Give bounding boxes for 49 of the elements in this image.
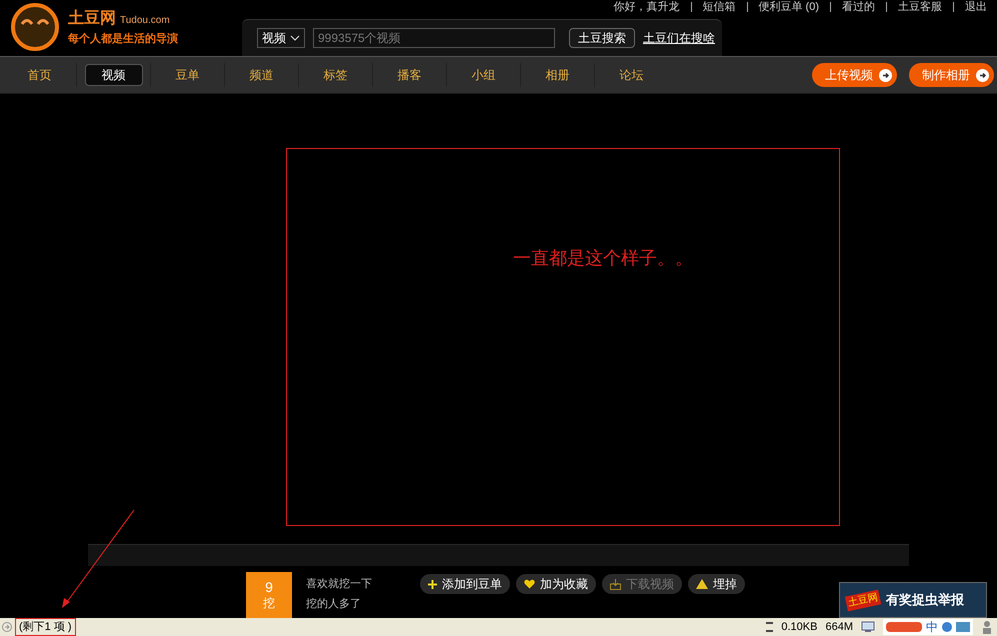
search-field[interactable]: 9993575个视频 (313, 28, 555, 48)
video-action-button[interactable]: 埋掉 (688, 574, 745, 594)
user-link[interactable]: 退出 (965, 0, 987, 12)
nav-tab[interactable]: 小组 (456, 64, 512, 86)
badge-brand: 土豆网 (844, 589, 882, 611)
chevron-down-icon (290, 35, 300, 41)
ime-toolbar[interactable]: 中 (883, 619, 973, 635)
arrow-right-icon (879, 68, 892, 82)
badge-label: 有奖捉虫举报 (886, 591, 964, 610)
search-button[interactable]: 土豆搜索 (569, 28, 635, 48)
nav-tab[interactable]: 论坛 (604, 64, 660, 86)
tray-computer-icon (861, 621, 875, 633)
nav-tab[interactable]: 播客 (382, 64, 438, 86)
user-link[interactable]: 看过的 (842, 0, 875, 12)
ime-mode: 中 (926, 619, 938, 636)
dig-hint-text: 喜欢就挖一下 (306, 577, 373, 592)
logo-name: 土豆网 (68, 8, 116, 29)
arrow-right-icon (976, 68, 989, 82)
dig-hint-text: 挖的人多了 (306, 596, 362, 612)
nav-tab[interactable]: 豆单 (160, 64, 216, 86)
video-action-button[interactable]: 加为收藏 (516, 574, 596, 594)
annotation-note: 一直都是这个样子。。 (513, 247, 693, 270)
download-icon (610, 578, 621, 590)
user-link[interactable]: 短信箱 (702, 0, 736, 12)
nav-tab[interactable]: 标签 (308, 64, 364, 86)
status-message: (剩下1 项 ) (15, 618, 76, 636)
report-bug-badge[interactable]: 土豆网 有奖捉虫举报 (839, 582, 987, 618)
plus-icon (428, 580, 437, 588)
trending-searches-link[interactable]: 土豆们在搜啥 (643, 29, 715, 47)
user-link[interactable]: 你好，真升龙 (614, 0, 680, 12)
nav-tab[interactable]: 视频 (84, 64, 142, 86)
tray-figure-icon (981, 620, 993, 634)
transfer-rate: 0.10KB (781, 620, 818, 635)
user-link[interactable]: 便利豆单 (0) (758, 0, 819, 12)
heart-icon (524, 579, 535, 589)
logo-domain: Tudou.com (120, 14, 170, 28)
dig-count: 9 (265, 578, 273, 596)
logo-slogan: 每个人都是生活的导演 (68, 32, 178, 47)
video-action-button[interactable]: 添加到豆单 (420, 574, 510, 594)
category-dropdown[interactable]: 视频 (257, 28, 305, 48)
pile-icon (696, 579, 708, 589)
page-arrow-icon (2, 622, 12, 632)
user-link[interactable]: 土豆客服 (898, 0, 942, 12)
memory-usage: 664M (825, 620, 853, 635)
nav-tab[interactable]: 首页 (12, 64, 68, 86)
nav-tab[interactable]: 相册 (530, 64, 586, 86)
smiling-face-logo-icon (10, 2, 60, 52)
dig-label: 挖 (263, 596, 275, 612)
nav-tab[interactable]: 频道 (234, 64, 290, 86)
